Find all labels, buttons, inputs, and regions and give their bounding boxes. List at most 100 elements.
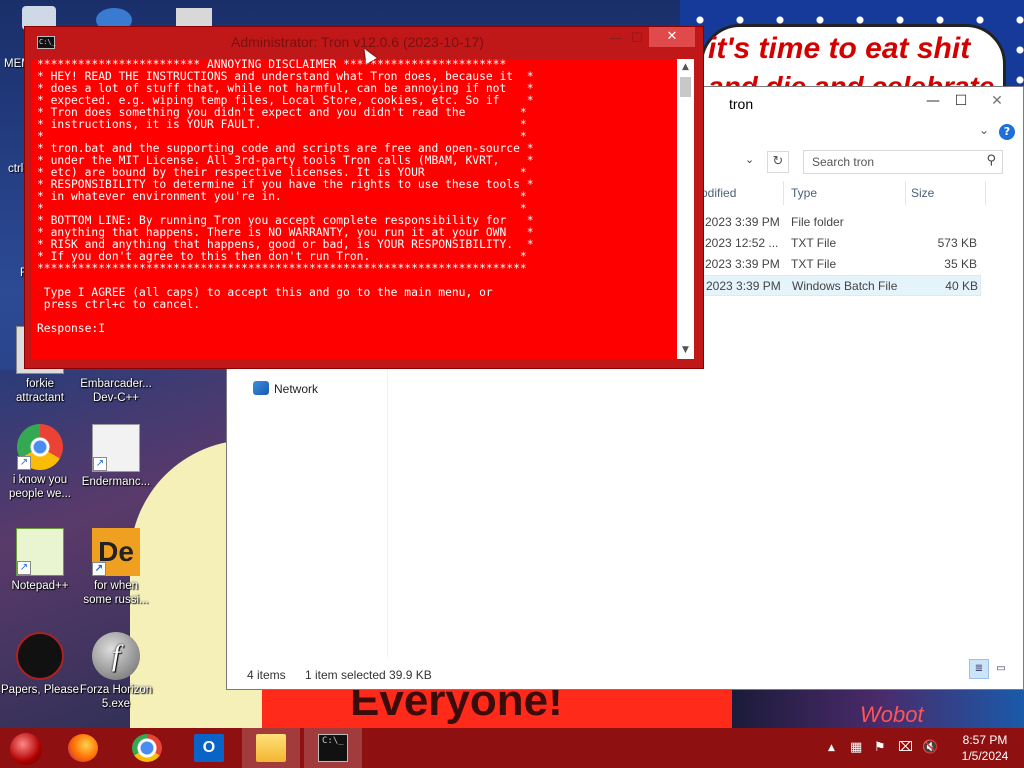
connection-icon[interactable]: ⌧: [898, 728, 913, 768]
help-icon[interactable]: ?: [999, 124, 1015, 140]
column-divider[interactable]: [783, 181, 784, 205]
scroll-up-arrow-icon[interactable]: ▲: [677, 59, 694, 76]
network-tray-icon[interactable]: ▦: [850, 728, 862, 768]
vertical-scrollbar[interactable]: ▲ ▼: [677, 59, 694, 359]
outlook-icon: O: [194, 734, 224, 762]
maximize-button[interactable]: ☐: [947, 89, 975, 113]
system-clock[interactable]: 8:57 PM 1/5/2024: [950, 732, 1020, 764]
desktop-icon-label: Papers, Please: [1, 684, 79, 696]
taskbar: O C:\_ ▲ ▦ ⚑ ⌧ 🔇 8:57 PM 1/5/2024: [0, 728, 1024, 768]
file-row-selected[interactable]: 2023 3:39 PM Windows Batch File 40 KB: [701, 275, 981, 296]
volume-muted-icon[interactable]: 🔇: [922, 728, 938, 768]
scrollbar-thumb[interactable]: [680, 77, 691, 97]
shortcut-arrow-icon: ↗: [17, 456, 31, 470]
column-header-size[interactable]: Size: [911, 186, 934, 200]
column-header-date-modified[interactable]: odified: [701, 186, 736, 200]
large-icons-view-icon[interactable]: ▭: [991, 659, 1011, 679]
chrome-icon: ↗: [17, 424, 63, 470]
desktop-icon-endermanch[interactable]: ↗ Endermanc...: [76, 424, 156, 489]
show-hidden-icons-chevron-icon[interactable]: ▲: [828, 728, 835, 768]
close-button[interactable]: ✕: [983, 89, 1011, 113]
wallpaper-bubble-text: it's time to eat shit: [708, 32, 971, 65]
tron-console-window[interactable]: C:\_ Administrator: Tron v12.0.6 (2023-1…: [24, 26, 704, 369]
column-header-type[interactable]: Type: [791, 186, 817, 200]
file-row[interactable]: 2023 3:39 PM TXT File 35 KB: [701, 254, 981, 275]
desktop-icon-notepadpp[interactable]: ↗ Notepad++: [0, 528, 80, 593]
nav-pane-divider[interactable]: [387, 367, 388, 657]
console-output[interactable]: ************************ ANNOYING DISCLA…: [32, 59, 677, 359]
explorer-title: tron: [729, 96, 754, 112]
status-item-count: 4 items: [247, 668, 286, 682]
start-button[interactable]: [10, 733, 42, 765]
details-view-icon[interactable]: ≣: [969, 659, 989, 679]
shortcut-arrow-icon: ↗: [92, 562, 106, 576]
minimize-button[interactable]: —: [609, 31, 622, 46]
close-button[interactable]: ✕: [649, 27, 695, 47]
status-bar: 4 items 1 item selected 39.9 KB: [227, 659, 1023, 689]
taskbar-cmd-button[interactable]: C:\_: [304, 728, 362, 768]
flash-icon: f: [92, 632, 140, 680]
desktop-icon-label: attractant: [16, 392, 64, 404]
command-prompt-icon[interactable]: C:\_: [37, 36, 56, 49]
search-box[interactable]: Search tron ⚲: [803, 150, 1003, 174]
chrome-icon: [132, 734, 162, 762]
desktop-icon-label: some russi...: [83, 594, 149, 606]
desktop-icon-chrome-shortcut[interactable]: ↗ i know you people we...: [0, 424, 80, 501]
search-input[interactable]: Search tron: [812, 155, 874, 169]
de-app-icon: De ↗: [92, 528, 140, 576]
ribbon-expand-chevron-icon[interactable]: ⌄: [979, 123, 989, 137]
file-date: 2023 3:39 PM: [705, 215, 780, 229]
desktop-icon-label: Notepad++: [11, 580, 69, 592]
desktop-icon-label: people we...: [8, 488, 71, 500]
file-type: Windows Batch File: [792, 279, 898, 293]
network-icon: [253, 381, 269, 395]
taskbar-firefox-button[interactable]: [54, 728, 112, 768]
desktop-icon-forza[interactable]: f Forza Horizon 5.exe: [76, 632, 156, 711]
desktop-icon-papers-please[interactable]: Papers, Please: [0, 632, 80, 697]
window-app-icon: ↗: [92, 424, 140, 472]
column-divider[interactable]: [905, 181, 906, 205]
file-row[interactable]: 2023 12:52 ... TXT File 573 KB: [701, 233, 981, 254]
desktop-icon-label: for when: [93, 580, 139, 592]
file-type: File folder: [791, 215, 844, 229]
column-divider[interactable]: [985, 181, 986, 205]
address-dropdown-icon[interactable]: ⌄: [745, 153, 754, 166]
taskbar-explorer-button[interactable]: [242, 728, 300, 768]
desktop-icon-label: forkie: [25, 378, 55, 390]
taskbar-chrome-button[interactable]: [118, 728, 176, 768]
file-size: 573 KB: [937, 236, 977, 250]
file-date: 2023 3:39 PM: [705, 257, 780, 271]
taskbar-outlook-button[interactable]: O: [180, 728, 238, 768]
file-date: 2023 12:52 ...: [705, 236, 779, 250]
desktop-icon-label: Embarcader...: [80, 378, 152, 390]
folder-icon: [256, 734, 286, 762]
console-text: ************************ ANNOYING DISCLA…: [37, 59, 534, 335]
desktop-icon-label: Forza Horizon: [79, 684, 153, 696]
notepadpp-icon: ↗: [16, 528, 64, 576]
console-title: Administrator: Tron v12.0.6 (2023-10-17): [231, 34, 484, 50]
shortcut-arrow-icon: ↗: [93, 457, 107, 471]
nav-item-label: Network: [274, 382, 319, 396]
desktop-icon-label: Endermanc...: [81, 476, 151, 488]
clock-date: 1/5/2024: [961, 749, 1009, 763]
desktop-icon-label: i know you: [12, 474, 68, 486]
nav-item-network[interactable]: Network: [253, 381, 318, 396]
flag-icon[interactable]: ⚑: [874, 728, 886, 768]
desktop-icon-label: 5.exe: [101, 698, 131, 710]
maximize-button[interactable]: ☐: [631, 31, 643, 46]
file-size: 35 KB: [944, 257, 977, 271]
desktop-icon-label: Dev-C++: [92, 392, 140, 404]
file-row[interactable]: 2023 3:39 PM File folder: [701, 212, 981, 233]
papers-please-icon: [16, 632, 64, 680]
file-date: 2023 3:39 PM: [706, 279, 781, 293]
minimize-button[interactable]: —: [919, 89, 947, 113]
wallpaper-right-text: Wobot: [860, 702, 924, 727]
desktop-icon-for-when[interactable]: De ↗ for when some russi...: [76, 528, 156, 607]
command-prompt-icon: C:\_: [318, 734, 348, 762]
file-type: TXT File: [791, 257, 837, 271]
scroll-down-arrow-icon[interactable]: ▼: [677, 342, 694, 359]
file-size: 40 KB: [945, 279, 978, 293]
refresh-button[interactable]: ↻: [767, 151, 789, 173]
search-icon[interactable]: ⚲: [986, 153, 996, 168]
clock-time: 8:57 PM: [962, 733, 1008, 747]
